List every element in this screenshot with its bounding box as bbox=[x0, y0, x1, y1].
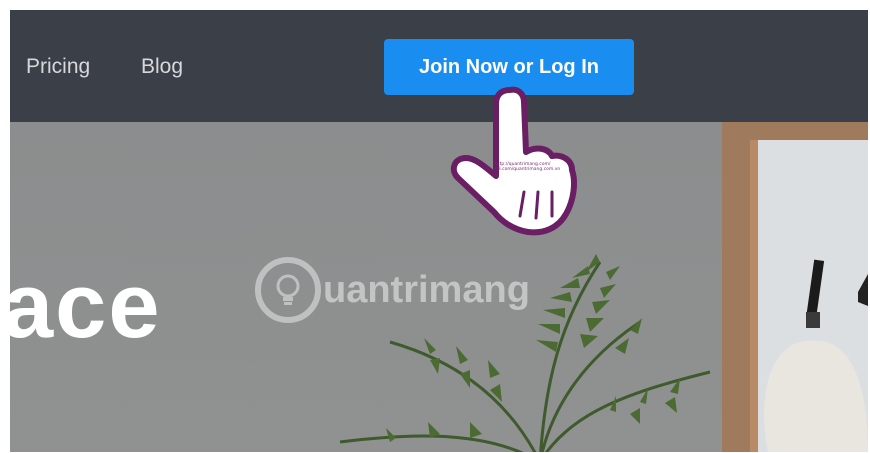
browser-viewport: Pricing Blog Join Now or Log In ace uant… bbox=[10, 10, 868, 452]
lightbulb-icon bbox=[255, 257, 321, 323]
hero-headline: ace bbox=[10, 255, 162, 357]
cursor-caption: http://quantrimang.com/ FB.com/quantrima… bbox=[495, 162, 561, 173]
cursor-caption-line2: FB.com/quantrimang.com.vn bbox=[495, 166, 561, 172]
nav-link-pricing[interactable]: Pricing bbox=[26, 55, 90, 79]
watermark: uantrimang bbox=[255, 255, 615, 325]
nav-link-blog[interactable]: Blog bbox=[141, 55, 183, 79]
mannequin-image bbox=[764, 259, 868, 452]
top-navbar: Pricing Blog Join Now or Log In bbox=[10, 10, 868, 122]
hero-banner: ace uantrimang bbox=[10, 122, 868, 452]
watermark-text: uantrimang bbox=[323, 268, 530, 311]
